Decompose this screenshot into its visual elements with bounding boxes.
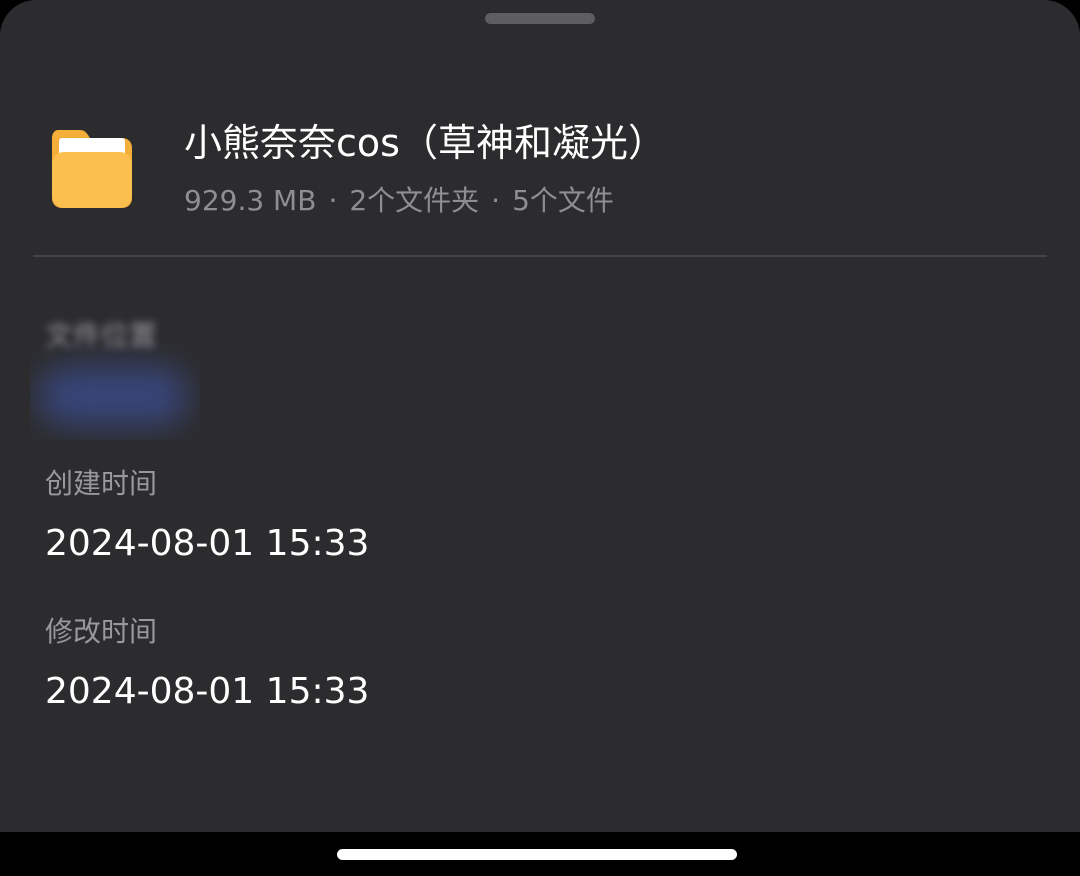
created-time-value: 2024-08-01 15:33: [45, 523, 370, 564]
home-indicator[interactable]: [337, 849, 737, 860]
folder-summary: 929.3 MB · 2个文件夹 · 5个文件: [184, 182, 614, 220]
sheet-drag-handle[interactable]: [485, 13, 595, 24]
file-details-sheet: 小熊奈奈cos（草神和凝光） 929.3 MB · 2个文件夹 · 5个文件 文件位置 …: [0, 0, 1080, 832]
folder-count: 2个文件夹: [349, 184, 480, 217]
meta-separator: ·: [491, 184, 501, 217]
folder-size: 929.3 MB: [184, 184, 317, 217]
modified-time-value: 2024-08-01 15:33: [45, 671, 370, 712]
meta-separator: ·: [328, 184, 338, 217]
file-count: 5个文件: [512, 184, 614, 217]
folder-icon: [52, 130, 132, 208]
file-location-value-redacted: [38, 366, 188, 426]
file-location-redacted: 文件位置: [30, 310, 200, 440]
system-navigation-bar: [0, 832, 1080, 876]
folder-name: 小熊奈奈cos（草神和凝光）: [184, 121, 666, 165]
header-divider: [33, 255, 1047, 257]
file-location-label: 文件位置: [45, 319, 158, 352]
modified-time-label: 修改时间: [45, 615, 158, 648]
created-time-label: 创建时间: [45, 467, 158, 500]
